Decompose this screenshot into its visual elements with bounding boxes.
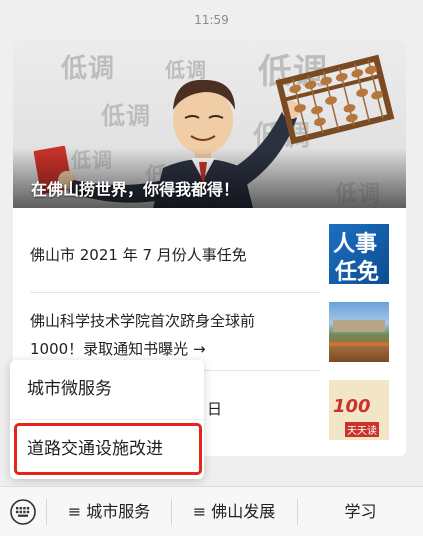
list-item[interactable]: 佛山科学技术学院首次跻身全球前 1000！录取通知书曝光 → <box>13 296 406 368</box>
highlight-box <box>14 423 202 475</box>
keyboard-icon[interactable] <box>0 487 46 536</box>
menu-item-city-micro-service[interactable]: 城市微服务 <box>10 360 204 419</box>
menu-city-services[interactable]: ≡ 城市服务 <box>47 487 171 536</box>
news-thumbnail-personnel: 人事 任免 <box>329 224 389 284</box>
news-thumbnail-daily-reading: 100 天天读 <box>329 380 389 440</box>
divider <box>30 292 320 293</box>
bottom-menu-bar: ≡ 城市服务 ≡ 佛山发展 学习 <box>0 486 423 536</box>
news-title: 佛山市 2021 年 7 月份人事任免 <box>30 246 247 264</box>
status-time: 11:59 <box>194 13 229 27</box>
list-item[interactable]: 佛山市 2021 年 7 月份人事任免 人事 任免 <box>13 220 406 292</box>
menu-study[interactable]: 学习 <box>298 487 423 536</box>
news-thumbnail-campus <box>329 302 389 362</box>
hero-caption: 在佛山捞世界，你得我都得！ <box>31 180 240 199</box>
thumb-text: 任免 <box>335 259 380 284</box>
menu-foshan-development[interactable]: ≡ 佛山发展 <box>172 487 296 536</box>
railing-shape <box>329 342 389 346</box>
news-title: 佛山科学技术学院首次跻身全球前 <box>30 312 256 330</box>
thumb-text: 100 <box>333 396 371 417</box>
thumb-text: 天天读 <box>345 422 379 437</box>
hero-banner[interactable]: 低调 低调 低调 低调 低调 低调 低调 低调 <box>13 40 406 208</box>
submenu-popup: 城市微服务 道路交通设施改进 <box>10 360 204 479</box>
building-shape <box>333 320 385 332</box>
